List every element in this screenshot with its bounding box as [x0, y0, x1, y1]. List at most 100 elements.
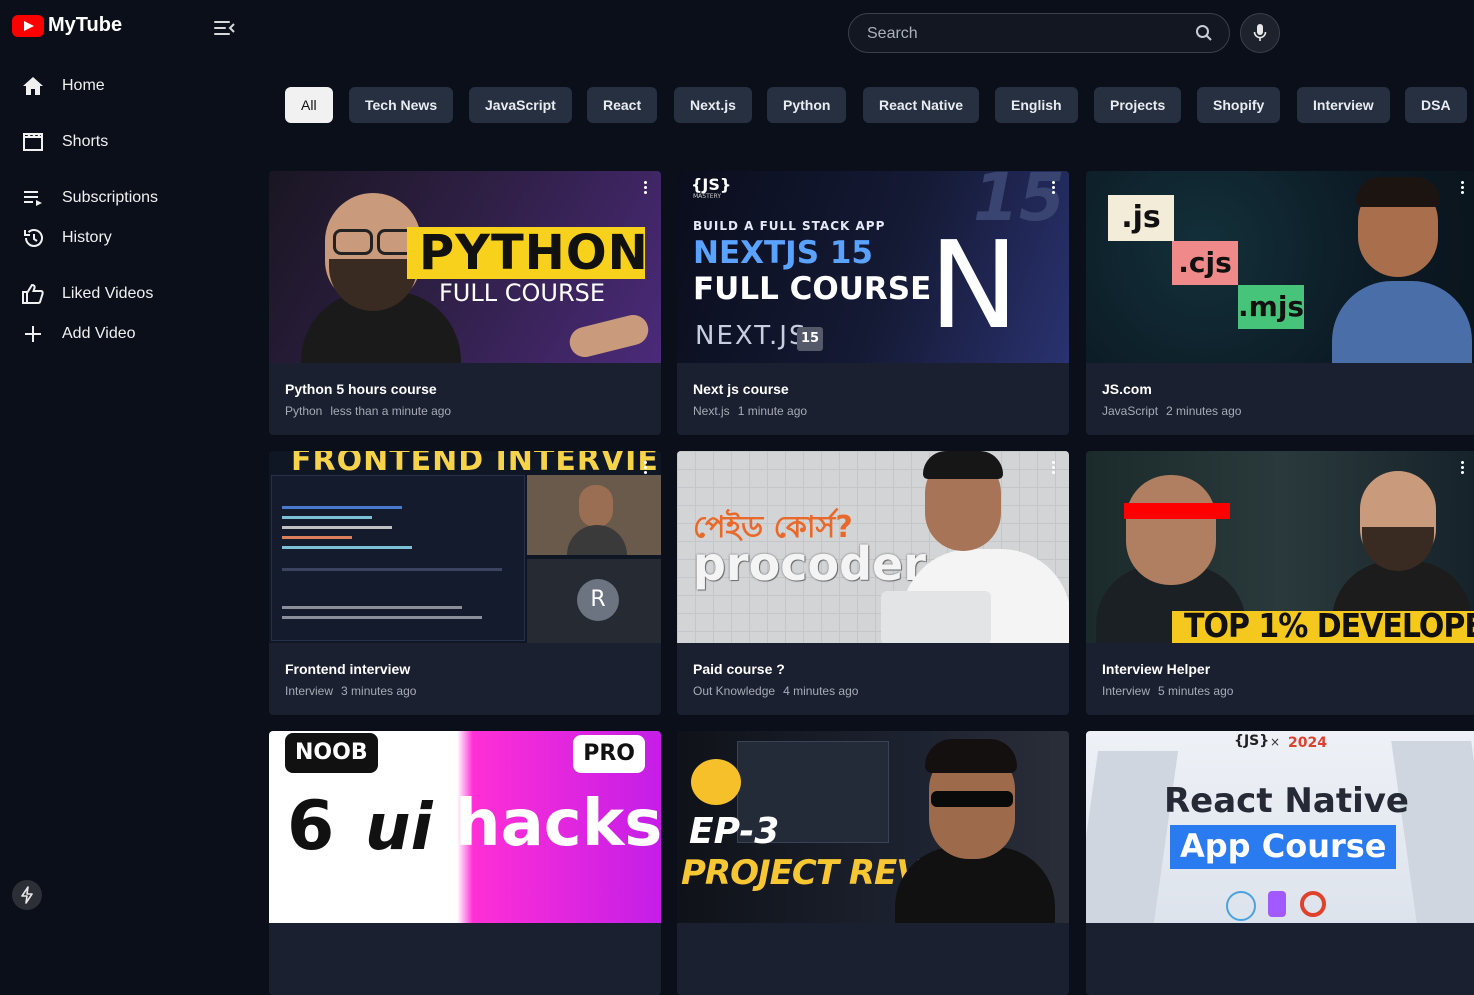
video-meta: Out Knowledge 4 minutes ago: [693, 684, 858, 698]
hand-figure: [566, 311, 652, 361]
chip-nextjs[interactable]: Next.js: [674, 87, 752, 123]
video-card[interactable]: EP-3 PROJECT REVIEW: [677, 731, 1069, 995]
chip-react-native[interactable]: React Native: [863, 87, 980, 123]
next-letter-logo: N: [929, 217, 1019, 356]
sidebar-item-history[interactable]: History: [20, 224, 112, 252]
more-options-icon[interactable]: [1460, 461, 1464, 475]
sidebar-item-liked-videos[interactable]: Liked Videos: [20, 280, 153, 308]
thumbnail-tag: .js: [1108, 195, 1174, 241]
video-meta: [285, 964, 293, 978]
upload-time: less than a minute ago: [330, 404, 452, 418]
voice-search-button[interactable]: [1240, 13, 1280, 53]
app-name: MyTube: [48, 14, 123, 36]
sidebar-item-label: Shorts: [62, 133, 109, 150]
video-card[interactable]: FRONTEND INTERVIEW R Frontend interview …: [269, 451, 661, 715]
sidebar-item-add-video[interactable]: Add Video: [20, 320, 136, 348]
video-card[interactable]: {JS} × 2024 React Native App Course: [1086, 731, 1474, 995]
channel-name[interactable]: Python: [285, 404, 322, 418]
video-thumbnail[interactable]: TOP 1% DEVELOPER: [1086, 451, 1474, 643]
brand-logo: {JS}: [691, 175, 732, 194]
thumbnail-text: EP-3: [689, 811, 780, 852]
video-meta: Next.js 1 minute ago: [693, 404, 807, 418]
more-options-icon[interactable]: [1460, 181, 1464, 195]
webcam-feed: [527, 475, 661, 555]
video-card[interactable]: {JS} MASTERY 15 BUILD A FULL STACK APP N…: [677, 171, 1069, 435]
video-title[interactable]: Paid course ?: [693, 661, 785, 677]
app-logo[interactable]: MyTube: [12, 14, 122, 37]
channel-name[interactable]: JavaScript: [1102, 404, 1158, 418]
more-options-icon[interactable]: [643, 461, 647, 475]
search-input[interactable]: [865, 14, 1189, 54]
thumbnail-text: PRO: [573, 735, 645, 773]
video-thumbnail[interactable]: পেইড কোর্স? procoder: [677, 451, 1069, 643]
history-icon: [20, 226, 46, 250]
phone-mockup: [1391, 741, 1474, 923]
thumbnail-text: FULL COURSE: [693, 271, 932, 307]
video-title[interactable]: Interview Helper: [1102, 661, 1210, 677]
subscriptions-icon: [20, 186, 46, 210]
brand-logo: {JS}: [1234, 733, 1270, 749]
video-thumbnail[interactable]: FRONTEND INTERVIEW R: [269, 451, 661, 643]
category-chips: All Tech News JavaScript React Next.js P…: [285, 87, 1474, 123]
video-thumbnail[interactable]: {JS} × 2024 React Native App Course: [1086, 731, 1474, 923]
video-card[interactable]: PYTHON FULL COURSE Python 5 hours course…: [269, 171, 661, 435]
microphone-icon: [1253, 24, 1267, 41]
more-options-icon[interactable]: [1051, 461, 1055, 475]
video-thumbnail[interactable]: EP-3 PROJECT REVIEW: [677, 731, 1069, 923]
thumbnail-tag: .mjs: [1238, 285, 1304, 329]
bolt-icon[interactable]: [12, 880, 42, 910]
video-title[interactable]: Frontend interview: [285, 661, 410, 677]
video-meta: Python less than a minute ago: [285, 404, 451, 418]
chip-javascript[interactable]: JavaScript: [469, 87, 572, 123]
thumbnail-text: App Course: [1180, 827, 1387, 865]
channel-name[interactable]: Out Knowledge: [693, 684, 775, 698]
chip-projects[interactable]: Projects: [1094, 87, 1182, 123]
thumbnail-text: NEXTJS 15: [693, 235, 873, 271]
chip-english[interactable]: English: [995, 87, 1078, 123]
next-logo-text: NEXT.JS: [695, 321, 808, 351]
upload-time: 5 minutes ago: [1158, 684, 1234, 698]
chip-tech-news[interactable]: Tech News: [349, 87, 454, 123]
chip-react[interactable]: React: [587, 87, 658, 123]
sidebar-item-label: Add Video: [62, 325, 136, 342]
video-card[interactable]: .js .cjs .mjs JS.com JavaScript 2 minutes…: [1086, 171, 1474, 435]
video-meta: Interview 5 minutes ago: [1102, 684, 1233, 698]
sidebar-item-subscriptions[interactable]: Subscriptions: [20, 184, 158, 212]
thumbnail-text: FULL COURSE: [439, 279, 606, 307]
video-thumbnail[interactable]: .js .cjs .mjs: [1086, 171, 1474, 363]
thumbnail-text: 2024: [1288, 735, 1327, 751]
video-title[interactable]: Python 5 hours course: [285, 381, 437, 397]
channel-name[interactable]: Next.js: [693, 404, 730, 418]
chip-interview[interactable]: Interview: [1297, 87, 1390, 123]
video-thumbnail[interactable]: {JS} MASTERY 15 BUILD A FULL STACK APP N…: [677, 171, 1069, 363]
more-options-icon[interactable]: [643, 181, 647, 195]
search-icon[interactable]: [1195, 24, 1213, 42]
more-options-icon[interactable]: [1051, 181, 1055, 195]
video-title[interactable]: Next js course: [693, 381, 789, 397]
chip-python[interactable]: Python: [767, 87, 847, 123]
channel-name[interactable]: Interview: [1102, 684, 1150, 698]
thumbnail-text: PYTHON: [419, 225, 649, 281]
channel-name[interactable]: Interview: [285, 684, 333, 698]
video-meta: [693, 964, 701, 978]
thumbnail-tag: .cjs: [1172, 241, 1238, 285]
participant-avatar: R: [577, 579, 619, 621]
sidebar-item-label: Liked Videos: [62, 285, 154, 302]
sidebar-item-home[interactable]: Home: [20, 72, 105, 100]
chip-shopify[interactable]: Shopify: [1197, 87, 1281, 123]
video-card[interactable]: TOP 1% DEVELOPER Interview Helper Interv…: [1086, 451, 1474, 715]
video-card[interactable]: NOOB PRO 6 ui hacks: [269, 731, 661, 995]
thumbnail-text: NOOB: [285, 733, 378, 773]
figma-logo-icon: [1268, 891, 1286, 917]
thumbnail-kicker: BUILD A FULL STACK APP: [693, 219, 886, 233]
video-thumbnail[interactable]: NOOB PRO 6 ui hacks: [269, 731, 661, 923]
video-card[interactable]: পেইড কোর্স? procoder Paid course ? Out K…: [677, 451, 1069, 715]
thinking-emoji-icon: [691, 759, 741, 805]
sidebar-item-shorts[interactable]: Shorts: [20, 128, 108, 156]
video-thumbnail[interactable]: PYTHON FULL COURSE: [269, 171, 661, 363]
chip-all[interactable]: All: [285, 87, 333, 123]
video-title[interactable]: JS.com: [1102, 381, 1152, 397]
upload-time: 4 minutes ago: [783, 684, 859, 698]
chip-dsa[interactable]: DSA: [1405, 87, 1467, 123]
menu-collapse-icon[interactable]: [214, 18, 236, 38]
